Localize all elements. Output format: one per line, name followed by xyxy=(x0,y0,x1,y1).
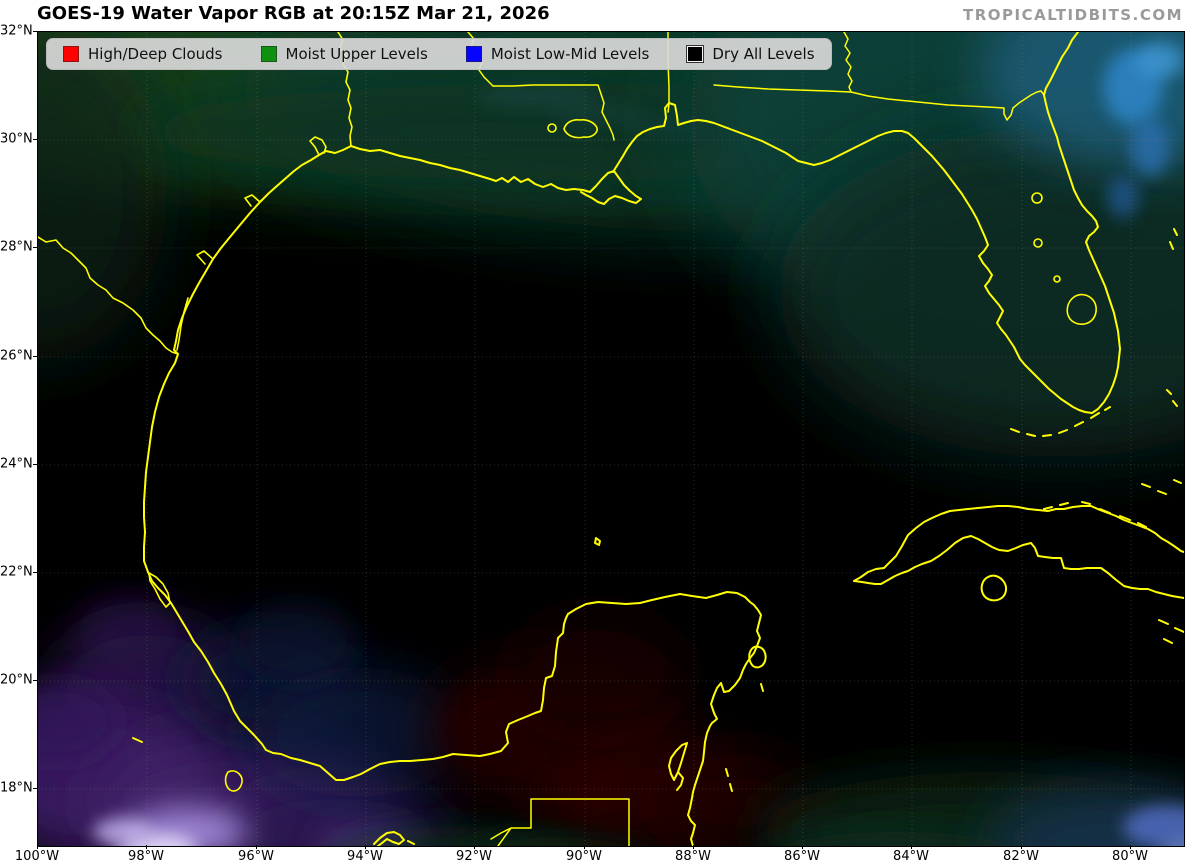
lat-label-20n: 20°N xyxy=(0,672,33,688)
satellite-map: High/Deep Clouds Moist Upper Levels Mois… xyxy=(37,31,1185,847)
lon-tick xyxy=(365,845,366,849)
lat-tick xyxy=(33,356,37,357)
lat-label-32n: 32°N xyxy=(0,23,33,39)
lon-label-94w: 94°W xyxy=(347,849,383,864)
lat-tick xyxy=(33,788,37,789)
satellite-image xyxy=(38,32,1184,846)
lon-label-92w: 92°W xyxy=(456,849,492,864)
lon-label-82w: 82°W xyxy=(1003,849,1039,864)
legend-item-moist-upper: Moist Upper Levels xyxy=(260,45,428,63)
lat-label-26n: 26°N xyxy=(0,348,33,364)
legend-label: Moist Upper Levels xyxy=(285,45,428,63)
lon-tick xyxy=(146,845,147,849)
lat-tick xyxy=(33,572,37,573)
lat-label-28n: 28°N xyxy=(0,239,33,255)
legend-item-dry: Dry All Levels xyxy=(686,45,815,63)
legend-label: High/Deep Clouds xyxy=(88,45,223,63)
lon-tick xyxy=(584,845,585,849)
legend-label: Moist Low-Mid Levels xyxy=(490,45,650,63)
lon-tick xyxy=(802,845,803,849)
legend-swatch-blue xyxy=(465,46,482,62)
lat-tick xyxy=(33,31,37,32)
lon-tick xyxy=(474,845,475,849)
lon-label-84w: 84°W xyxy=(893,849,929,864)
legend-swatch-red xyxy=(63,46,79,62)
watermark: TROPICALTIDBITS.COM xyxy=(963,6,1183,24)
lat-tick xyxy=(33,139,37,140)
lon-label-98w: 98°W xyxy=(128,849,164,864)
lat-label-18n: 18°N xyxy=(0,780,33,796)
lon-label-86w: 86°W xyxy=(784,849,820,864)
lat-label-24n: 24°N xyxy=(0,456,33,472)
lon-tick xyxy=(37,845,38,849)
lon-label-100w: 100°W xyxy=(14,849,60,864)
lon-label-90w: 90°W xyxy=(566,849,602,864)
lat-tick xyxy=(33,464,37,465)
legend-swatch-green xyxy=(260,46,277,62)
legend-swatch-black xyxy=(686,45,705,63)
lon-tick xyxy=(693,845,694,849)
map-legend: High/Deep Clouds Moist Upper Levels Mois… xyxy=(46,38,832,70)
lon-tick xyxy=(256,845,257,849)
lat-label-30n: 30°N xyxy=(0,131,33,147)
legend-item-high-deep-clouds: High/Deep Clouds xyxy=(63,45,223,63)
legend-item-moist-low-mid: Moist Low-Mid Levels xyxy=(465,45,650,63)
lon-tick xyxy=(1130,845,1131,849)
lon-tick xyxy=(911,845,912,849)
page-title: GOES-19 Water Vapor RGB at 20:15Z Mar 21… xyxy=(37,3,550,24)
lon-label-96w: 96°W xyxy=(238,849,274,864)
lat-label-22n: 22°N xyxy=(0,564,33,580)
goes-satellite-page: GOES-19 Water Vapor RGB at 20:15Z Mar 21… xyxy=(0,0,1200,867)
lat-tick xyxy=(33,680,37,681)
lon-label-88w: 88°W xyxy=(675,849,711,864)
lon-tick xyxy=(1021,845,1022,849)
lon-label-80w: 80°W xyxy=(1112,849,1148,864)
legend-label: Dry All Levels xyxy=(712,45,815,63)
lat-tick xyxy=(33,247,37,248)
